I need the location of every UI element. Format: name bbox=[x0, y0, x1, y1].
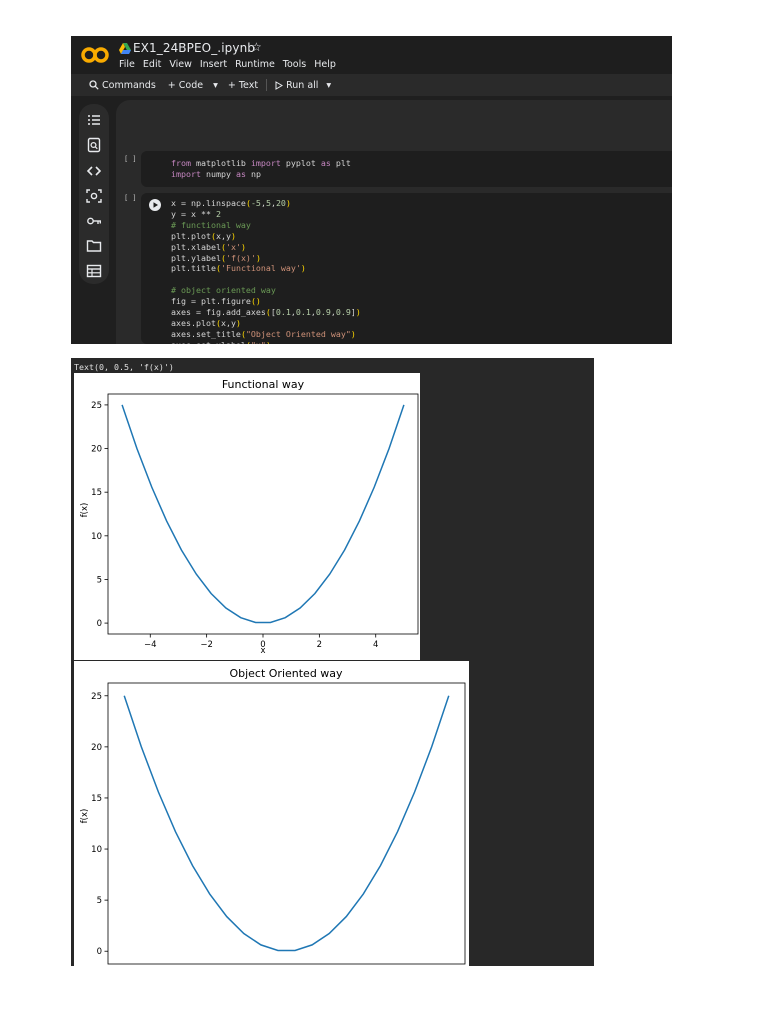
y-tick-label: 0 bbox=[97, 619, 102, 629]
variables-icon[interactable] bbox=[86, 188, 102, 204]
y-tick-label: 15 bbox=[91, 488, 102, 498]
y-tick-label: 10 bbox=[91, 845, 102, 855]
code-line: plt.ylabel('f(x)') bbox=[171, 252, 261, 263]
header-bar: EX1_24BPEO_.ipynb ☆ File Edit View Inser… bbox=[71, 36, 672, 74]
menu-insert[interactable]: Insert bbox=[200, 59, 227, 70]
menu-view[interactable]: View bbox=[169, 59, 192, 70]
run-all-button[interactable]: Run all bbox=[275, 80, 318, 91]
y-axis-label: f(x) bbox=[80, 809, 90, 824]
menu-runtime[interactable]: Runtime bbox=[235, 59, 275, 70]
code-line: # object oriented way bbox=[171, 285, 276, 296]
commands-button[interactable]: Commands bbox=[89, 80, 156, 91]
code-editor[interactable]: x = np.linspace(-5,5,20) y = x ** 2 # fu… bbox=[171, 198, 361, 344]
code-line: axes = fig.add_axes([0.1,0.1,0.9,0.9]) bbox=[171, 307, 361, 318]
code-line: fig = plt.figure() bbox=[171, 296, 261, 307]
x-tick-label: 4 bbox=[373, 640, 378, 650]
functional-way-chart: Functional way 0510152025−4 −2 0 2 4 x f(x) bbox=[74, 373, 420, 660]
run-all-dropdown-icon[interactable]: ▾ bbox=[326, 80, 331, 91]
plot-area: 0510152025−4 −2 0 2 4 bbox=[91, 393, 419, 650]
y-tick-label: 25 bbox=[91, 692, 102, 702]
chart-title: Object Oriented way bbox=[229, 667, 343, 680]
code-line: axes.plot(x,y) bbox=[171, 317, 241, 328]
add-text-label: + Text bbox=[227, 79, 259, 91]
y-tick-label: 20 bbox=[91, 743, 102, 753]
data-table-icon[interactable] bbox=[86, 263, 102, 279]
x-tick-label: 2 bbox=[317, 640, 322, 650]
left-sidebar bbox=[79, 104, 109, 284]
notebook-title[interactable]: EX1_24BPEO_.ipynb bbox=[133, 41, 255, 55]
toolbar: Commands + Code ▾ + Text Run all ▾ bbox=[71, 74, 672, 96]
x-tick-label: −4 bbox=[144, 640, 157, 650]
run-cell-icon[interactable] bbox=[149, 199, 161, 211]
cell-execution-count: [ ] bbox=[124, 194, 137, 202]
play-outline-icon bbox=[275, 80, 284, 90]
code-cell[interactable]: x = np.linspace(-5,5,20) y = x ** 2 # fu… bbox=[141, 193, 672, 344]
output-text: Text(0, 0.5, 'f(x)') bbox=[74, 362, 174, 372]
code-line: x = np.linspace(-5,5,20) bbox=[171, 198, 291, 208]
chart-title: Functional way bbox=[222, 378, 305, 391]
y-tick-label: 5 bbox=[97, 575, 102, 585]
secrets-key-icon[interactable] bbox=[86, 213, 102, 229]
code-cell[interactable]: from matplotlib import pyplot as plt imp… bbox=[141, 151, 672, 187]
colab-window: EX1_24BPEO_.ipynb ☆ File Edit View Inser… bbox=[71, 36, 672, 344]
series-line bbox=[123, 695, 450, 952]
y-tick-label: 25 bbox=[91, 401, 102, 411]
run-all-label: Run all bbox=[286, 79, 319, 91]
code-editor[interactable]: from matplotlib import pyplot as plt imp… bbox=[171, 158, 351, 180]
table-of-contents-icon[interactable] bbox=[86, 112, 102, 128]
code-line: axes.set_xlabel("x") bbox=[171, 340, 271, 344]
y-axis-label: f(x) bbox=[80, 503, 90, 518]
toolbar-divider bbox=[266, 79, 268, 91]
add-text-button[interactable]: + Text bbox=[228, 80, 258, 91]
code-line: plt.plot(x,y) bbox=[171, 230, 236, 241]
code-line: plt.title('Functional way') bbox=[171, 263, 306, 274]
code-dropdown-icon[interactable]: ▾ bbox=[213, 80, 218, 91]
menu-tools[interactable]: Tools bbox=[283, 59, 306, 70]
code-line: from matplotlib import pyplot as plt bbox=[171, 158, 351, 168]
y-tick-label: 20 bbox=[91, 445, 102, 455]
x-tick-label: −2 bbox=[200, 640, 213, 650]
colab-logo[interactable] bbox=[81, 45, 109, 65]
code-line: import numpy as np bbox=[171, 168, 261, 179]
code-line: # functional way bbox=[171, 219, 251, 230]
search-icon bbox=[89, 80, 99, 90]
cell-output: Text(0, 0.5, 'f(x)') Functional way 0 5 10… bbox=[71, 358, 594, 966]
add-code-label: + Code bbox=[167, 79, 204, 91]
star-icon[interactable]: ☆ bbox=[251, 40, 262, 54]
code-line: plt.xlabel('x') bbox=[171, 241, 246, 252]
notebook-cells: [ ] from matplotlib import pyplot as plt… bbox=[116, 100, 672, 344]
add-code-button[interactable]: + Code bbox=[168, 80, 203, 91]
drive-icon bbox=[119, 43, 131, 54]
menu-file[interactable]: File bbox=[119, 59, 135, 70]
menu-help[interactable]: Help bbox=[314, 59, 336, 70]
commands-label: Commands bbox=[102, 79, 156, 91]
y-tick-label: 5 bbox=[97, 896, 102, 906]
plot-area: 0 5 10 15 20 25 bbox=[91, 682, 466, 965]
axes-frame bbox=[107, 682, 466, 965]
cell-execution-count: [ ] bbox=[124, 155, 137, 163]
menu-bar: File Edit View Insert Runtime Tools Help bbox=[119, 59, 336, 70]
y-tick-label: 15 bbox=[91, 794, 102, 804]
series-line bbox=[121, 404, 405, 624]
code-line: axes.set_title("Object Oriented way") bbox=[171, 328, 356, 339]
files-folder-icon[interactable] bbox=[86, 238, 102, 254]
axes-frame bbox=[107, 393, 419, 635]
find-icon[interactable] bbox=[86, 137, 102, 153]
code-line: y = x ** 2 bbox=[171, 208, 221, 219]
y-tick-label: 0 bbox=[97, 947, 102, 957]
x-axis-label: x bbox=[260, 646, 265, 656]
object-oriented-way-chart: Object Oriented way 0 5 10 15 20 25 f(x) bbox=[74, 661, 469, 966]
y-tick-label: 10 bbox=[91, 532, 102, 542]
menu-edit[interactable]: Edit bbox=[143, 59, 161, 70]
code-snippets-icon[interactable] bbox=[86, 163, 102, 179]
